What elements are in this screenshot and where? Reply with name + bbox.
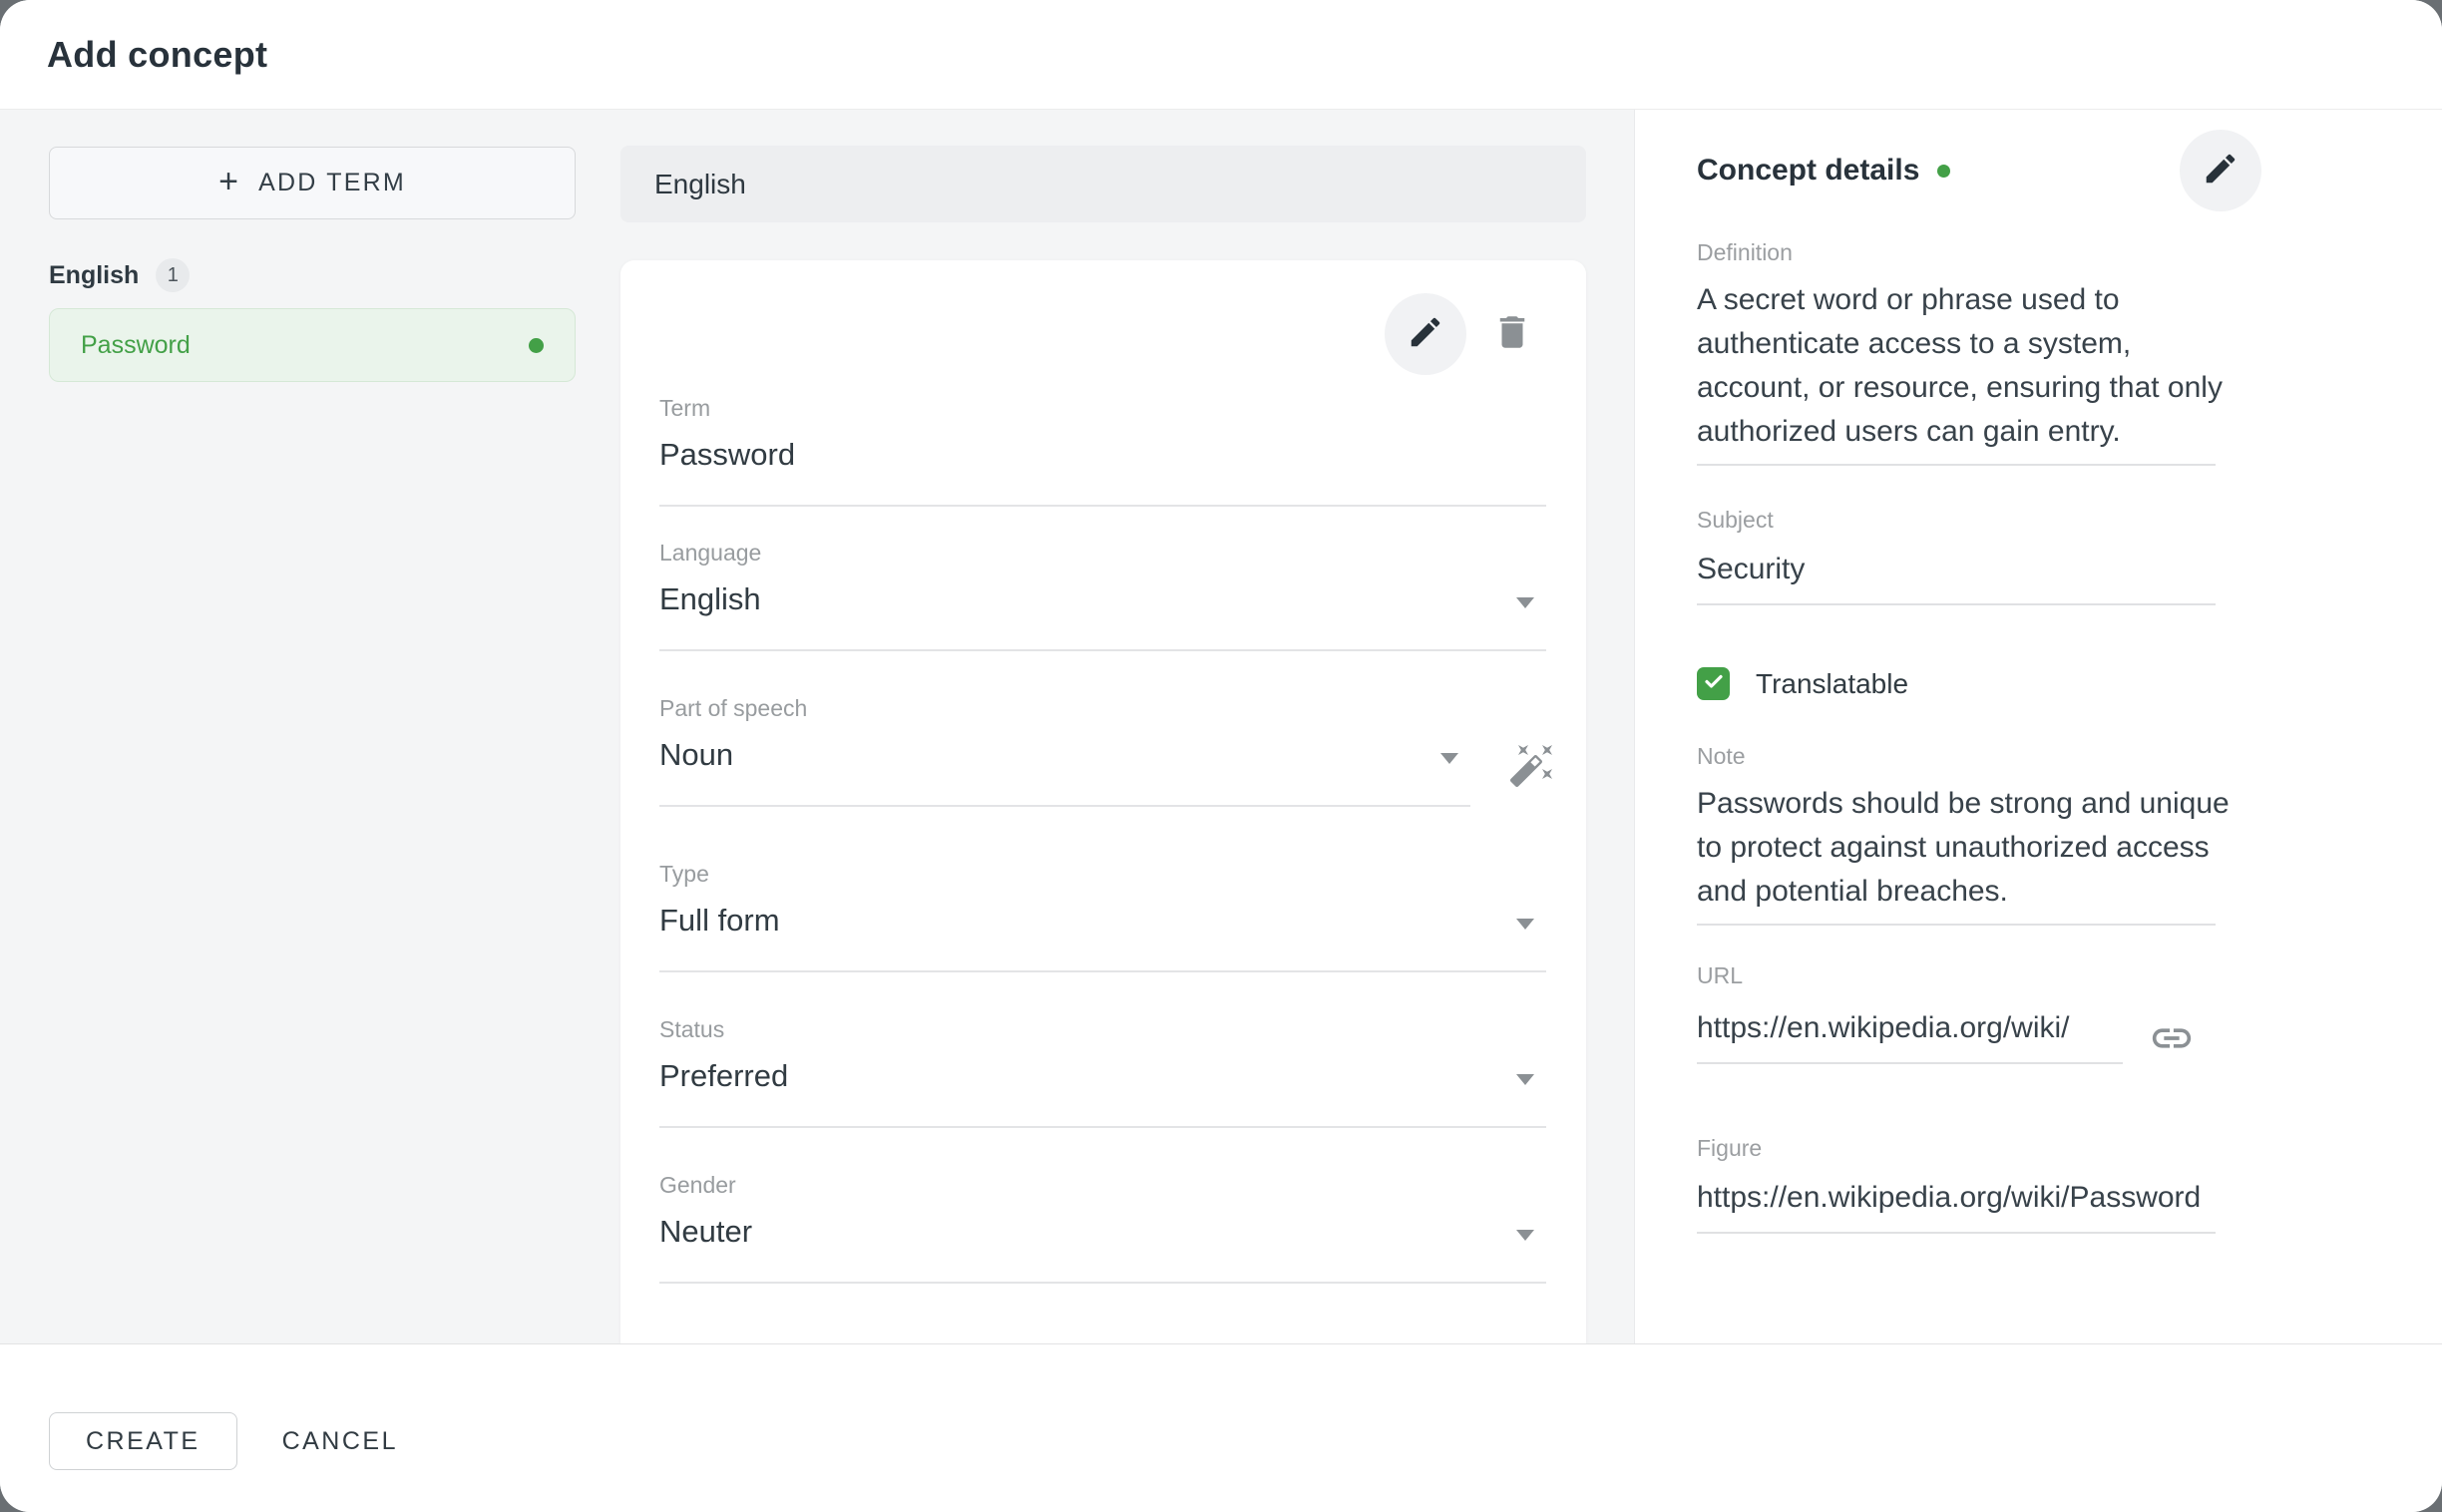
delete-term-button[interactable] xyxy=(1490,312,1534,356)
definition-field[interactable]: Definition A secret word or phrase used … xyxy=(1697,241,2216,466)
url-value: https://en.wikipedia.org/wiki/ xyxy=(1697,1004,2123,1052)
note-value: Passwords should be strong and unique to… xyxy=(1697,782,2240,914)
language-select-value: English xyxy=(659,579,1546,619)
field-underline xyxy=(659,505,1546,507)
checkmark-icon xyxy=(1702,669,1726,698)
term-editor-column: English Term xyxy=(620,110,1634,1343)
part-of-speech-value: Noun xyxy=(659,735,1470,775)
language-group-name: English xyxy=(49,261,139,290)
add-concept-dialog: Add concept + ADD TERM English 1 Passwor… xyxy=(0,0,2442,1512)
definition-value: A secret word or phrase used to authenti… xyxy=(1697,278,2240,454)
chevron-down-icon xyxy=(1440,753,1458,764)
language-select-label: Language xyxy=(659,542,1546,565)
type-select[interactable]: Type Full form xyxy=(659,863,1546,972)
subject-label: Subject xyxy=(1697,509,2216,532)
language-group-header: English 1 xyxy=(49,258,576,292)
translatable-checkbox-row[interactable]: Translatable xyxy=(1697,667,2216,700)
part-of-speech-label: Part of speech xyxy=(659,697,1470,720)
field-underline xyxy=(1697,1232,2216,1234)
figure-label: Figure xyxy=(1697,1137,2216,1160)
url-label: URL xyxy=(1697,964,2216,987)
url-field-block: URL https://en.wikipedia.org/wiki/ xyxy=(1697,964,2216,1066)
chevron-down-icon xyxy=(1516,1230,1534,1241)
term-list-item-password[interactable]: Password xyxy=(49,308,576,382)
dialog-titlebar: Add concept xyxy=(0,0,2442,110)
gender-select-value: Neuter xyxy=(659,1212,1546,1252)
terms-sidebar: + ADD TERM English 1 Password xyxy=(0,110,620,1343)
edit-term-button[interactable] xyxy=(1385,293,1466,375)
field-underline xyxy=(659,805,1470,807)
url-input[interactable]: https://en.wikipedia.org/wiki/ xyxy=(1697,1004,2123,1064)
status-dot xyxy=(1937,165,1950,178)
edit-pencil-icon xyxy=(2202,150,2239,192)
field-underline xyxy=(659,1126,1546,1128)
concept-details-header: Concept details xyxy=(1697,130,2261,211)
status-select[interactable]: Status Preferred xyxy=(659,1018,1546,1128)
add-term-label: ADD TERM xyxy=(258,169,406,197)
field-underline xyxy=(1697,464,2216,466)
definition-label: Definition xyxy=(1697,241,2216,264)
figure-value: https://en.wikipedia.org/wiki/Password xyxy=(1697,1174,2216,1222)
edit-pencil-icon xyxy=(1407,313,1444,356)
type-select-value: Full form xyxy=(659,901,1546,941)
language-select[interactable]: Language English xyxy=(659,542,1546,651)
field-underline xyxy=(1697,924,2216,926)
concept-details-panel: Concept details Definition A secret word… xyxy=(1634,110,2442,1343)
term-field[interactable]: Term Password xyxy=(659,397,1546,507)
term-field-value: Password xyxy=(659,435,1546,475)
status-select-label: Status xyxy=(659,1018,1546,1041)
chevron-down-icon xyxy=(1516,919,1534,930)
field-underline xyxy=(659,970,1546,972)
cancel-button[interactable]: CANCEL xyxy=(276,1412,404,1470)
term-language-header: English xyxy=(620,146,1586,222)
edit-concept-details-button[interactable] xyxy=(2180,130,2261,211)
part-of-speech-row: Part of speech Noun xyxy=(659,697,1546,807)
plus-icon: + xyxy=(218,165,240,198)
field-underline xyxy=(659,649,1546,651)
chevron-down-icon xyxy=(1516,597,1534,608)
dialog-footer: CREATE CANCEL xyxy=(0,1343,2442,1512)
term-card-actions xyxy=(659,293,1546,375)
trash-icon xyxy=(1491,311,1533,358)
field-underline xyxy=(1697,603,2216,605)
term-count-badge: 1 xyxy=(156,258,190,292)
subject-value: Security xyxy=(1697,546,2216,593)
status-select-value: Preferred xyxy=(659,1056,1546,1096)
auto-detect-button[interactable] xyxy=(1508,741,1556,794)
magic-wand-icon xyxy=(1508,776,1556,793)
term-item-label: Password xyxy=(81,331,191,360)
status-dot xyxy=(529,338,544,353)
page-title: Add concept xyxy=(47,34,267,76)
note-field[interactable]: Note Passwords should be strong and uniq… xyxy=(1697,745,2216,926)
translatable-checkbox[interactable] xyxy=(1697,667,1730,700)
field-underline xyxy=(1697,1062,2123,1064)
type-select-label: Type xyxy=(659,863,1546,886)
link-icon xyxy=(2149,1048,2195,1065)
add-term-button[interactable]: + ADD TERM xyxy=(49,147,576,219)
create-button[interactable]: CREATE xyxy=(49,1412,237,1470)
gender-select-label: Gender xyxy=(659,1174,1546,1197)
open-link-button[interactable] xyxy=(2149,1015,2195,1066)
figure-field[interactable]: Figure https://en.wikipedia.org/wiki/Pas… xyxy=(1697,1137,2216,1234)
gender-select[interactable]: Gender Neuter xyxy=(659,1174,1546,1284)
dialog-body: + ADD TERM English 1 Password English xyxy=(0,110,2442,1343)
chevron-down-icon xyxy=(1516,1074,1534,1085)
field-underline xyxy=(659,1282,1546,1284)
subject-field[interactable]: Subject Security xyxy=(1697,509,2216,605)
translatable-label: Translatable xyxy=(1756,668,1908,700)
term-field-label: Term xyxy=(659,397,1546,420)
part-of-speech-select[interactable]: Part of speech Noun xyxy=(659,697,1470,807)
note-label: Note xyxy=(1697,745,2216,768)
concept-details-title: Concept details xyxy=(1697,154,1919,188)
term-edit-card: Term Password Language English Part of s… xyxy=(620,260,1586,1343)
